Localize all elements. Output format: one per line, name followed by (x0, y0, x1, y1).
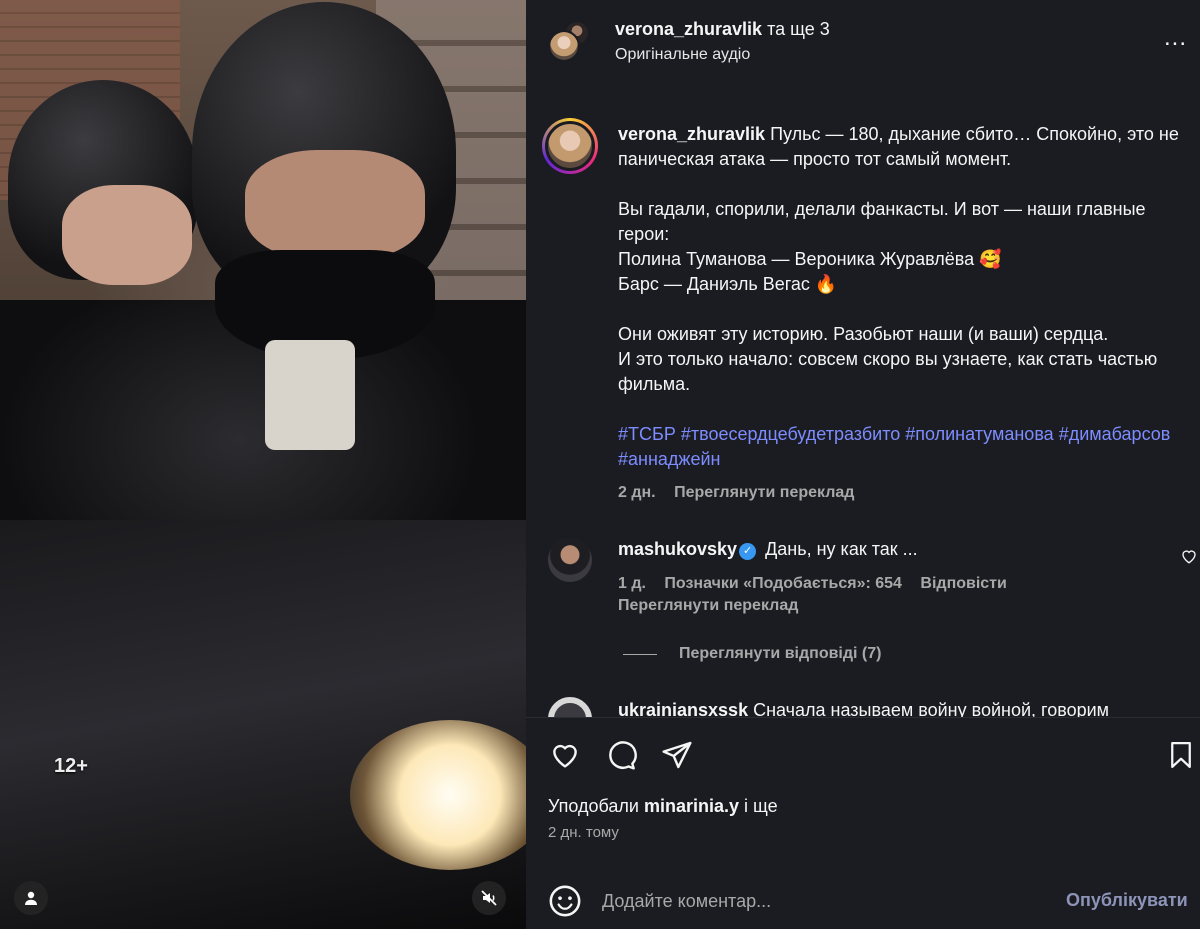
publish-button[interactable]: Опублікувати (1066, 890, 1188, 911)
liked-by-username[interactable]: minarinia.y (644, 796, 739, 816)
comment-likes[interactable]: Позначки «Подобається»: 654 (664, 575, 902, 592)
comment-input[interactable] (602, 888, 1042, 914)
like-button[interactable] (548, 738, 582, 772)
post-side-panel: verona_zhuravlik та ще 3 Оригінальне ауд… (526, 0, 1200, 929)
age-rating-badge: 12+ (54, 755, 88, 777)
liked-by-text[interactable]: Уподобали minarinia.y і ще (548, 796, 778, 817)
more-options-button[interactable]: ... (1164, 26, 1187, 50)
post-author-line[interactable]: verona_zhuravlik та ще 3 (615, 19, 830, 40)
comments-scroll-area[interactable]: verona_zhuravlik Пульс — 180, дыхание сб… (526, 92, 1200, 717)
comment-bubble-icon (609, 741, 637, 770)
comment-translate-link[interactable]: Переглянути переклад (618, 597, 798, 615)
caption-meta: 2 дн. Переглянути переклад (618, 484, 868, 502)
add-comment-bar: Опублікувати (526, 870, 1200, 929)
share-button[interactable] (660, 738, 694, 772)
tagged-users-button[interactable] (14, 881, 48, 915)
caption-username[interactable]: verona_zhuravlik (618, 124, 765, 144)
comment-item: mashukovsky ✓ Дань, ну как так ... (618, 539, 918, 560)
comment-username[interactable]: ukrainiansxssk (618, 700, 748, 717)
post-header: verona_zhuravlik та ще 3 Оригінальне ауд… (526, 0, 1200, 92)
view-replies-button[interactable]: Переглянути відповіді (7) (623, 645, 881, 663)
comment-username[interactable]: mashukovsky (618, 539, 737, 559)
comment-text: Дань, ну как так ... (760, 539, 918, 559)
replies-divider (623, 653, 657, 655)
comment-text: Сначала называем войну войной, говорим (748, 700, 1110, 717)
verified-badge-icon: ✓ (739, 543, 757, 560)
caption-time: 2 дн. (618, 484, 656, 501)
comment-time: 1 д. (618, 575, 646, 592)
comment-avatar[interactable] (548, 697, 592, 717)
view-replies-label: Переглянути відповіді (7) (679, 645, 882, 662)
collaborators-label[interactable]: та ще 3 (762, 19, 830, 39)
comment-item: ukrainiansxssk Сначала называем войну во… (618, 700, 1109, 717)
caption-text: Пульс — 180, дыхание сбито… Спокойно, эт… (618, 124, 1179, 394)
send-paper-plane-icon (662, 741, 692, 769)
video-face-passenger (62, 185, 192, 285)
liked-by-prefix: Уподобали (548, 796, 644, 816)
comment-avatar[interactable] (548, 538, 592, 582)
emoji-icon[interactable] (548, 884, 582, 918)
author-username[interactable]: verona_zhuravlik (615, 19, 762, 39)
user-icon (25, 891, 37, 905)
audio-label[interactable]: Оригінальне аудіо (615, 46, 750, 64)
post-caption: verona_zhuravlik Пульс — 180, дыхание сб… (618, 122, 1200, 472)
post-timestamp[interactable]: 2 дн. тому (548, 824, 619, 841)
speaker-muted-icon (481, 890, 497, 906)
bookmark-icon (1171, 742, 1191, 768)
comment-reply-link[interactable]: Відповісти (920, 575, 1006, 592)
caption-author-avatar[interactable] (542, 118, 598, 174)
post-actions: Уподобали minarinia.y і ще 2 дн. тому Оп… (526, 717, 1200, 929)
reel-video[interactable]: 12+ (0, 0, 526, 929)
mute-button[interactable] (472, 881, 506, 915)
liked-by-suffix[interactable]: і ще (739, 796, 778, 816)
video-shirt (265, 340, 355, 450)
author-avatar[interactable] (548, 30, 580, 62)
comment-button[interactable] (604, 738, 638, 772)
heart-icon (553, 744, 577, 768)
caption-translate-link[interactable]: Переглянути переклад (674, 484, 854, 501)
caption-hashtags[interactable]: #ТСБР #твоесердцебудетразбито #полинатум… (618, 424, 1175, 469)
comment-meta: 1 д. Позначки «Подобається»: 654 Відпові… (618, 575, 1021, 593)
save-button[interactable] (1164, 738, 1198, 772)
comment-like-icon[interactable] (1180, 547, 1198, 565)
video-face-rider (245, 150, 425, 260)
